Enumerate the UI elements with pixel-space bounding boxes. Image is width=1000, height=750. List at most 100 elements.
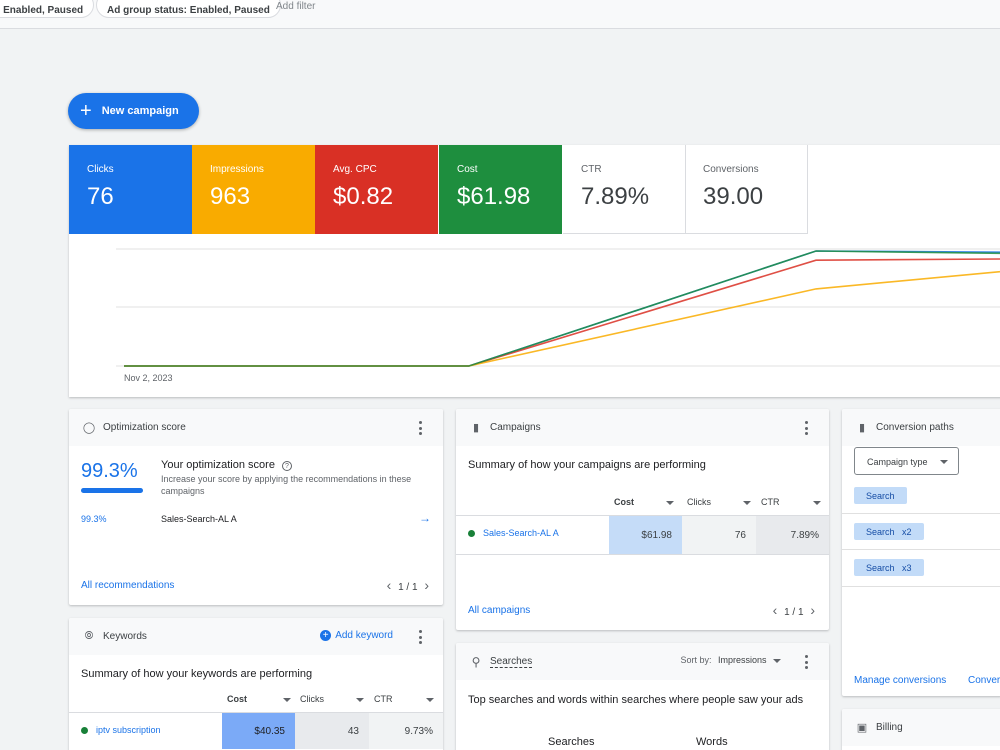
- optimization-score-bar-fill: [81, 488, 143, 493]
- add-keyword-button[interactable]: + Add keyword: [320, 630, 393, 641]
- dropdown-caret-icon: [940, 460, 948, 464]
- column-label: Cost: [227, 694, 247, 704]
- filter-bar: : Enabled, Paused Ad group status: Enabl…: [0, 0, 1000, 29]
- metric-value: 76: [87, 183, 114, 210]
- series-line-2: [124, 270, 1000, 367]
- column-header-ctr[interactable]: CTR: [374, 694, 438, 704]
- sort-caret-icon: [356, 698, 364, 702]
- optimization-title: Your optimization score ?: [161, 459, 292, 471]
- metric-value: $61.98: [457, 183, 531, 210]
- card-title: Searches: [490, 655, 533, 668]
- metric-ctr[interactable]: CTR 7.89%: [563, 145, 686, 234]
- arrow-right-icon[interactable]: →: [419, 511, 431, 525]
- column-header-clicks[interactable]: Clicks: [300, 694, 366, 704]
- lightbulb-icon: ◯: [82, 422, 96, 434]
- metric-label: Conversions: [703, 164, 759, 175]
- performance-chart: Nov 2, 2023: [116, 248, 1000, 383]
- searches-card: ⚲ Searches Sort by: Impressions Top sear…: [456, 643, 829, 750]
- metric-label: Avg. CPC: [333, 164, 377, 175]
- help-icon[interactable]: ?: [282, 461, 292, 471]
- divider: [842, 586, 1000, 587]
- conversion-paths-card: ▮ Conversion paths Campaign type Search …: [842, 409, 1000, 696]
- plus-icon: +: [80, 100, 92, 122]
- add-circle-icon: +: [320, 630, 332, 641]
- divider: [842, 549, 1000, 550]
- card-title: Billing: [876, 722, 903, 733]
- searches-description: Top searches and words within searches w…: [468, 694, 804, 706]
- add-keyword-label: Add keyword: [335, 630, 393, 641]
- status-enabled-icon: [81, 726, 88, 734]
- sort-caret-icon: [426, 698, 434, 702]
- card-title: Conversion paths: [876, 422, 954, 433]
- metric-cost[interactable]: Cost $61.98: [439, 145, 562, 234]
- optimization-title-text: Your optimization score: [161, 459, 275, 471]
- conversions-link[interactable]: Conver: [968, 675, 1000, 686]
- series-line-3: [124, 250, 1000, 367]
- optimization-score-card: ◯ Optimization score 99.3% Your optimiza…: [69, 409, 443, 605]
- keywords-card: ⦾ Keywords + Add keyword Summary of how …: [69, 618, 443, 750]
- column-header-cost[interactable]: Cost: [614, 497, 680, 507]
- column-label: Clicks: [687, 497, 711, 507]
- metric-label: CTR: [581, 164, 602, 175]
- table-row-name[interactable]: iptv subscription: [81, 725, 161, 735]
- performance-overview-card: Clicks 76 Impressions 963 Avg. CPC $0.82…: [69, 145, 1000, 397]
- new-campaign-button[interactable]: + New campaign: [68, 93, 199, 129]
- sort-value: Impressions: [717, 655, 767, 665]
- more-options-icon[interactable]: [805, 421, 809, 435]
- metric-conversions[interactable]: Conversions 39.00: [685, 145, 808, 234]
- table-row-name[interactable]: Sales-Search-AL A: [468, 528, 559, 538]
- divider: [842, 513, 1000, 514]
- add-filter-link[interactable]: Add filter: [276, 1, 315, 12]
- more-options-icon[interactable]: [805, 655, 809, 669]
- metric-value: 7.89%: [581, 183, 650, 210]
- card-header: ▮ Conversion paths: [842, 409, 1000, 446]
- manage-conversions-link[interactable]: Manage conversions: [854, 675, 946, 686]
- billing-icon: ▣: [856, 722, 868, 734]
- card-title: Keywords: [103, 631, 147, 642]
- column-header-ctr[interactable]: CTR: [761, 497, 825, 507]
- cell-clicks: 76: [682, 516, 756, 554]
- all-recommendations-link[interactable]: All recommendations: [81, 580, 174, 591]
- pagination: ‹ 1 / 1 ›: [773, 602, 815, 618]
- pagination: ‹ 1 / 1 ›: [387, 577, 429, 593]
- card-title: Campaigns: [490, 422, 541, 433]
- chevron-right-icon[interactable]: ›: [810, 602, 815, 618]
- cell-ctr: 7.89%: [756, 516, 829, 554]
- sort-by-control[interactable]: Sort by: Impressions: [680, 655, 781, 665]
- cell-clicks: 43: [295, 713, 369, 749]
- more-options-icon[interactable]: [419, 630, 423, 644]
- chevron-left-icon[interactable]: ‹: [387, 577, 392, 593]
- all-campaigns-link[interactable]: All campaigns: [468, 605, 530, 616]
- new-campaign-label: New campaign: [101, 105, 179, 117]
- campaign-score: 99.3%: [81, 514, 107, 524]
- campaign-status-filter-chip[interactable]: : Enabled, Paused: [0, 0, 95, 18]
- metric-clicks[interactable]: Clicks 76: [69, 145, 192, 234]
- optimization-score-value: 99.3%: [81, 460, 138, 482]
- column-label: Clicks: [300, 694, 324, 704]
- bar-chart-icon: ▮: [472, 422, 480, 434]
- chevron-left-icon[interactable]: ‹: [773, 602, 778, 618]
- chevron-right-icon[interactable]: ›: [424, 577, 429, 593]
- keyword-name: iptv subscription: [96, 725, 161, 735]
- card-header: ▣ Billing: [842, 709, 1000, 746]
- sort-caret-icon: [813, 501, 821, 505]
- card-header: ◯ Optimization score: [69, 409, 443, 446]
- column-header-clicks[interactable]: Clicks: [687, 497, 753, 507]
- campaign-name[interactable]: Sales-Search-AL A: [161, 514, 237, 524]
- column-label: CTR: [761, 497, 780, 507]
- words-column-header: Words: [696, 736, 728, 748]
- cell-cost: $40.35: [222, 713, 295, 749]
- column-header-cost[interactable]: Cost: [227, 694, 293, 704]
- metric-impressions[interactable]: Impressions 963: [192, 145, 315, 234]
- more-options-icon[interactable]: [419, 421, 423, 435]
- ad-group-status-filter-chip[interactable]: Ad group status: Enabled, Paused: [96, 0, 281, 18]
- sort-caret-icon: [743, 501, 751, 505]
- metric-value: 39.00: [703, 183, 764, 210]
- cell-ctr: 9.73%: [369, 713, 443, 749]
- metric-value: 963: [210, 183, 251, 210]
- card-header: ⦾ Keywords + Add keyword: [69, 618, 443, 655]
- metric-avg-cpc[interactable]: Avg. CPC $0.82: [315, 145, 438, 234]
- campaign-type-dropdown[interactable]: Campaign type: [854, 447, 959, 475]
- sort-label: Sort by:: [680, 655, 712, 665]
- card-header: ▮ Campaigns: [456, 409, 829, 446]
